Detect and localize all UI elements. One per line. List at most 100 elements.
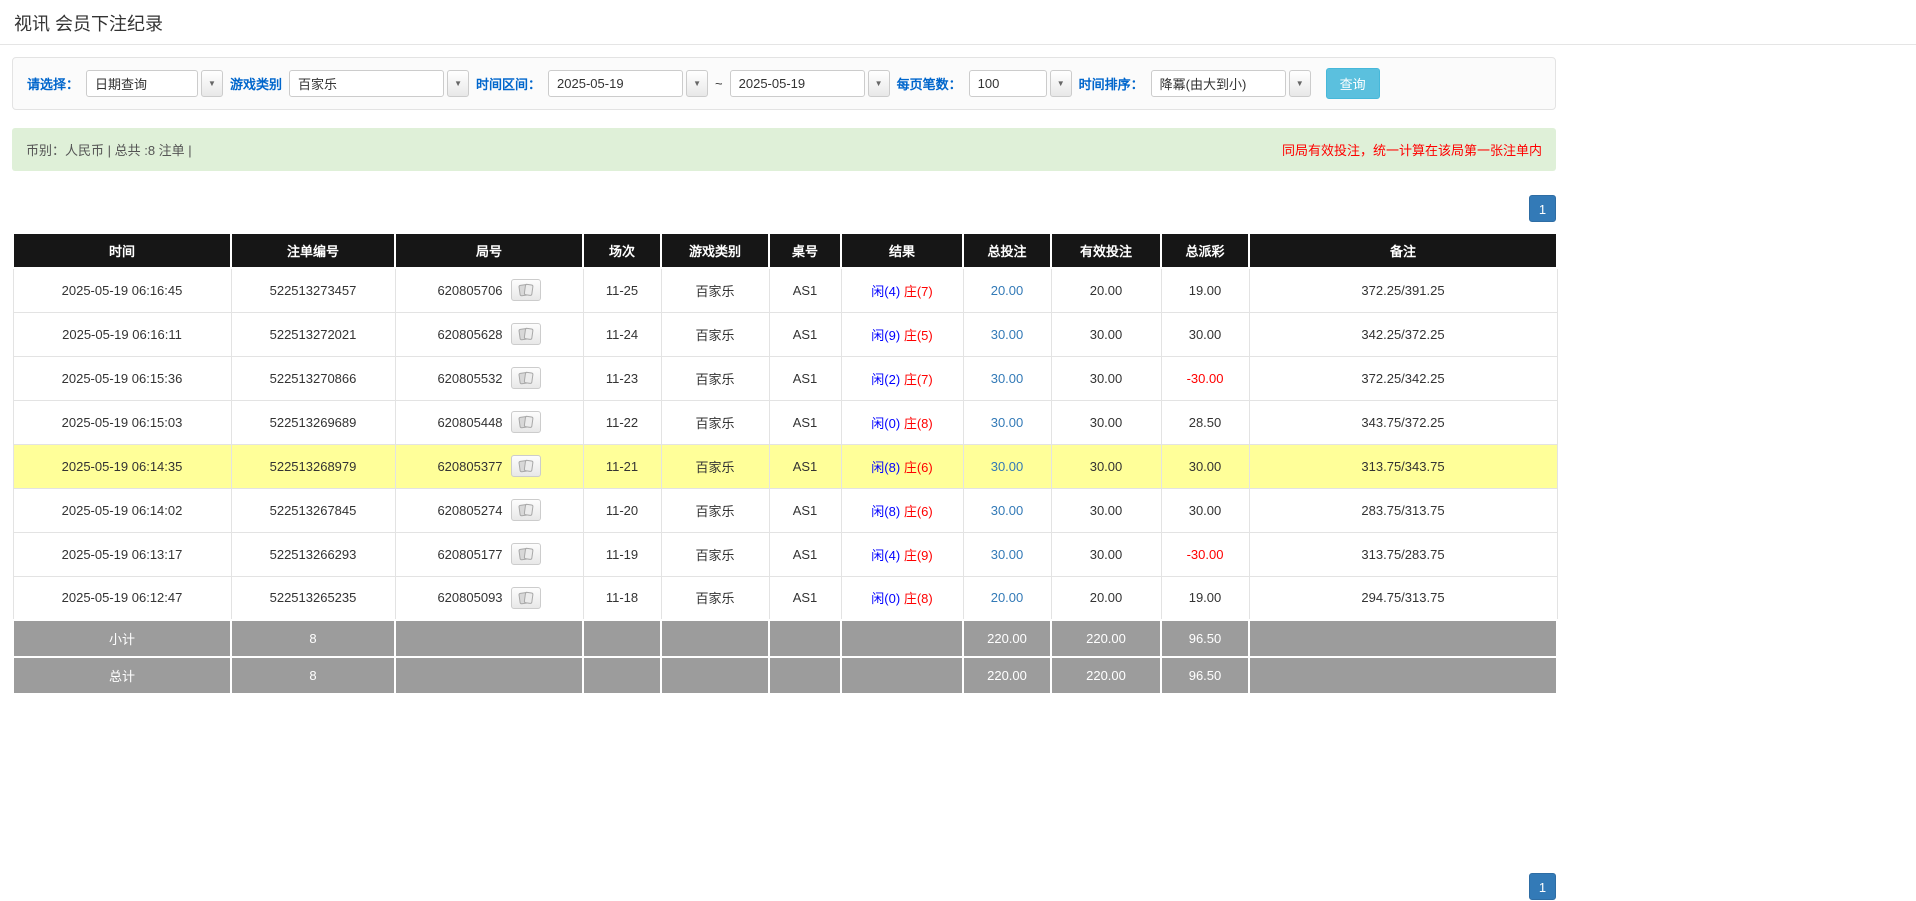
cell-session: 11-23 bbox=[582, 355, 662, 401]
cell-bet-id: 522513269689 bbox=[230, 399, 396, 445]
result-player: 闲(8) bbox=[871, 503, 901, 519]
result-player: 闲(4) bbox=[871, 283, 901, 299]
currency-summary: 币别：人民币 | 总共 :8 注单 | bbox=[26, 143, 192, 158]
page-button-1[interactable]: 1 bbox=[1529, 873, 1556, 900]
view-round-button[interactable] bbox=[510, 411, 541, 433]
query-type-dropdown-button[interactable]: ▼ bbox=[201, 70, 224, 97]
summary-empty bbox=[582, 619, 662, 658]
cell-game-type: 百家乐 bbox=[660, 487, 770, 533]
date-to-input[interactable] bbox=[729, 70, 865, 97]
total-bet-link[interactable]: 30.00 bbox=[991, 547, 1024, 562]
summary-count: 8 bbox=[230, 656, 396, 695]
cell-payout: 30.00 bbox=[1160, 443, 1250, 489]
cell-table-no: AS1 bbox=[768, 355, 842, 401]
result-banker: 庄(5) bbox=[903, 327, 933, 343]
cell-remark: 342.25/372.25 bbox=[1248, 311, 1558, 357]
cell-time: 2025-05-19 06:12:47 bbox=[12, 575, 232, 621]
cell-remark: 372.25/342.25 bbox=[1248, 355, 1558, 401]
cell-valid-bet: 20.00 bbox=[1050, 575, 1162, 621]
round-id: 620805377 bbox=[437, 458, 503, 474]
cell-remark: 294.75/313.75 bbox=[1248, 575, 1558, 621]
view-round-button[interactable] bbox=[510, 586, 541, 609]
cell-total-bet: 30.00 bbox=[962, 399, 1052, 445]
cell-valid-bet: 30.00 bbox=[1050, 443, 1162, 489]
query-type-combo: ▼ bbox=[86, 70, 224, 97]
sort-order-combo: ▼ bbox=[1150, 70, 1311, 97]
page-button-1[interactable]: 1 bbox=[1529, 195, 1556, 222]
cell-total-bet: 30.00 bbox=[962, 311, 1052, 357]
table-row: 2025-05-19 06:13:17 522513266293 620805177… bbox=[12, 531, 1558, 577]
page-header: 视讯 会员下注纪录 bbox=[0, 0, 1916, 45]
table-row: 2025-05-19 06:14:02 522513267845 620805274… bbox=[12, 487, 1558, 533]
summary-total-bet: 220.00 bbox=[962, 619, 1052, 658]
cell-payout: 30.00 bbox=[1160, 487, 1250, 533]
cell-game-type: 百家乐 bbox=[660, 443, 770, 489]
total-bet-link[interactable]: 30.00 bbox=[991, 459, 1024, 474]
cell-valid-bet: 30.00 bbox=[1050, 355, 1162, 401]
view-round-button[interactable] bbox=[510, 323, 541, 345]
table-row: 2025-05-19 06:12:47 522513265235 620805093… bbox=[12, 575, 1558, 621]
round-id: 620805706 bbox=[437, 282, 503, 298]
column-header: 时间 bbox=[12, 232, 232, 269]
total-bet-link[interactable]: 30.00 bbox=[991, 503, 1024, 518]
summary-count: 8 bbox=[230, 619, 396, 658]
summary-row: 总计 8 220.00 220.00 96.50 bbox=[12, 656, 1558, 695]
view-round-button[interactable] bbox=[510, 279, 541, 302]
column-header: 结果 bbox=[840, 232, 964, 269]
cell-result: 闲(8) 庄(6) bbox=[840, 487, 964, 533]
cell-result: 闲(9) 庄(5) bbox=[840, 311, 964, 357]
date-from-input[interactable] bbox=[548, 70, 684, 97]
bet-records-table: 时间 注单编号 局号 场次 游戏类别 桌号 结果 总投注 有效投注 总派彩 备注 2025-05-1… bbox=[12, 232, 1558, 695]
result-banker: 庄(7) bbox=[903, 371, 933, 387]
column-header: 场次 bbox=[582, 232, 662, 269]
cell-payout: -30.00 bbox=[1160, 531, 1250, 577]
date-from-dropdown-button[interactable]: ▼ bbox=[686, 70, 709, 97]
game-type-combo: ▼ bbox=[289, 70, 470, 97]
per-page-dropdown-button[interactable]: ▼ bbox=[1049, 70, 1072, 97]
table-row: 2025-05-19 06:14:35 522513268979 620805377… bbox=[12, 443, 1558, 489]
cell-time: 2025-05-19 06:15:36 bbox=[12, 355, 232, 401]
sort-order-dropdown-button[interactable]: ▼ bbox=[1288, 70, 1311, 97]
cell-total-bet: 20.00 bbox=[962, 575, 1052, 621]
cards-icon bbox=[518, 591, 533, 604]
game-type-dropdown-button[interactable]: ▼ bbox=[447, 70, 470, 97]
cell-round: 620805532 bbox=[394, 355, 584, 401]
pagination-top: 1 bbox=[12, 195, 1556, 222]
total-bet-link[interactable]: 30.00 bbox=[991, 371, 1024, 386]
view-round-button[interactable] bbox=[510, 499, 541, 521]
date-to-dropdown-button[interactable]: ▼ bbox=[867, 70, 890, 97]
sort-order-input[interactable] bbox=[1150, 70, 1286, 97]
content-area: 请选择： ▼ 游戏类别 ▼ 时间区间： ▼ ~ ▼ 每页笔数： ▼ 时间排序： … bbox=[12, 57, 1558, 900]
result-banker: 庄(9) bbox=[903, 547, 933, 563]
view-round-button[interactable] bbox=[510, 367, 541, 389]
cell-result: 闲(0) 庄(8) bbox=[840, 575, 964, 621]
total-bet-link[interactable]: 20.00 bbox=[991, 590, 1024, 605]
cell-time: 2025-05-19 06:16:11 bbox=[12, 311, 232, 357]
total-bet-link[interactable]: 30.00 bbox=[991, 415, 1024, 430]
search-button[interactable]: 查询 bbox=[1325, 68, 1380, 99]
cell-time: 2025-05-19 06:13:17 bbox=[12, 531, 232, 577]
cell-valid-bet: 30.00 bbox=[1050, 487, 1162, 533]
table-row: 2025-05-19 06:15:36 522513270866 620805532… bbox=[12, 355, 1558, 401]
total-bet-link[interactable]: 30.00 bbox=[991, 327, 1024, 342]
view-round-button[interactable] bbox=[510, 543, 541, 565]
summary-payout: 96.50 bbox=[1160, 656, 1250, 695]
cell-total-bet: 20.00 bbox=[962, 267, 1052, 313]
result-player: 闲(2) bbox=[871, 371, 901, 387]
cell-result: 闲(4) 庄(9) bbox=[840, 531, 964, 577]
query-type-input[interactable] bbox=[86, 70, 199, 97]
cell-result: 闲(0) 庄(8) bbox=[840, 399, 964, 445]
summary-empty bbox=[394, 656, 584, 695]
total-bet-link[interactable]: 20.00 bbox=[991, 283, 1024, 298]
select-label: 请选择： bbox=[27, 77, 80, 92]
result-banker: 庄(7) bbox=[903, 283, 933, 299]
per-page-input[interactable] bbox=[968, 70, 1047, 97]
round-id: 620805532 bbox=[437, 370, 503, 386]
cards-icon bbox=[518, 459, 533, 473]
view-round-button[interactable] bbox=[510, 455, 541, 477]
cell-round: 620805377 bbox=[394, 443, 584, 489]
cell-session: 11-25 bbox=[582, 267, 662, 313]
cell-bet-id: 522513265235 bbox=[230, 575, 396, 621]
table-footer: 小计 8 220.00 220.00 96.50 总计 8 220.00 220.00 96.50 bbox=[12, 619, 1558, 695]
game-type-input[interactable] bbox=[289, 70, 445, 97]
